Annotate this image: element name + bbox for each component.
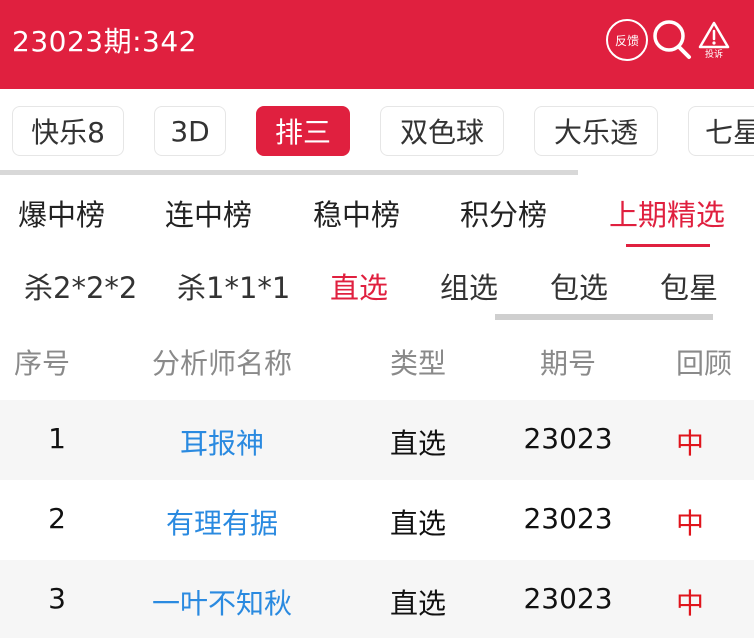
- table-row[interactable]: 3 一叶不知秋 直选 23023 中: [0, 560, 754, 638]
- lottery-tab-ssq[interactable]: 双色球: [380, 106, 504, 156]
- report-label: 投诉: [704, 49, 723, 60]
- row-type: 直选: [389, 427, 447, 460]
- lottery-tab-3d[interactable]: 3D: [154, 106, 226, 156]
- lottery-tab-dlt[interactable]: 大乐透: [534, 106, 658, 156]
- col-period: 期号: [539, 347, 597, 380]
- col-analyst: 分析师名称: [151, 347, 293, 380]
- ranking-tab-bar: 爆中榜 连中榜 稳中榜 积分榜 上期精选: [0, 175, 754, 250]
- lottery-tab-bar: 快乐8 3D 排三 双色球 大乐透 七星彩: [0, 89, 754, 175]
- table-header: 序号 分析师名称 类型 期号 回顾: [0, 320, 754, 400]
- report-button[interactable]: 投诉: [696, 18, 732, 62]
- tab-lianzhong[interactable]: 连中榜: [165, 192, 252, 234]
- analyst-link[interactable]: 有理有据: [166, 502, 278, 542]
- row-type: 直选: [389, 507, 447, 540]
- search-button[interactable]: [651, 17, 693, 61]
- row-index: 1: [48, 422, 66, 455]
- tab-wenzhong[interactable]: 稳中榜: [313, 192, 400, 234]
- tab-baozhong[interactable]: 爆中榜: [18, 192, 105, 234]
- col-index: 序号: [13, 347, 71, 380]
- col-review: 回顾: [675, 347, 733, 380]
- tab-jifen[interactable]: 积分榜: [460, 192, 547, 234]
- feedback-button[interactable]: 反馈: [606, 19, 648, 61]
- lottery-tab-qxc[interactable]: 七星彩: [688, 106, 754, 156]
- subtab-group[interactable]: 组选: [440, 265, 498, 307]
- warning-icon: [698, 21, 730, 48]
- row-result: 中: [675, 507, 705, 540]
- table-row[interactable]: 2 有理有据 直选 23023 中: [0, 480, 754, 560]
- row-type: 直选: [389, 587, 447, 620]
- analyst-link[interactable]: 耳报神: [180, 422, 264, 462]
- play-type-tab-bar: 杀2*2*2 杀1*1*1 直选 组选 包选 包星: [0, 250, 754, 320]
- search-icon: [653, 20, 691, 59]
- tab-last-picks[interactable]: 上期精选: [609, 192, 725, 234]
- row-period: 23023: [523, 582, 613, 615]
- subtab-package[interactable]: 包选: [550, 265, 608, 307]
- subtab-kill-222[interactable]: 杀2*2*2: [24, 265, 137, 307]
- lottery-tab-kl8[interactable]: 快乐8: [12, 106, 124, 156]
- row-period: 23023: [523, 502, 613, 535]
- feedback-label: 反馈: [614, 33, 639, 48]
- row-index: 2: [48, 502, 66, 535]
- subtab-package-star[interactable]: 包星: [660, 265, 718, 307]
- row-result: 中: [675, 427, 705, 460]
- app-header: 23023期:342 反馈 投诉: [0, 0, 754, 89]
- col-type: 类型: [389, 347, 447, 380]
- lottery-tab-pl3[interactable]: 排三: [256, 106, 350, 156]
- page-title: 23023期:342: [12, 25, 197, 58]
- subtab-kill-111[interactable]: 杀1*1*1: [177, 265, 290, 307]
- subtab-direct[interactable]: 直选: [330, 265, 388, 307]
- row-result: 中: [675, 587, 705, 620]
- row-index: 3: [48, 582, 66, 615]
- row-period: 23023: [523, 422, 613, 455]
- table-row[interactable]: 1 耳报神 直选 23023 中: [0, 400, 754, 480]
- active-tab-indicator: [626, 244, 710, 247]
- analyst-link[interactable]: 一叶不知秋: [152, 582, 292, 622]
